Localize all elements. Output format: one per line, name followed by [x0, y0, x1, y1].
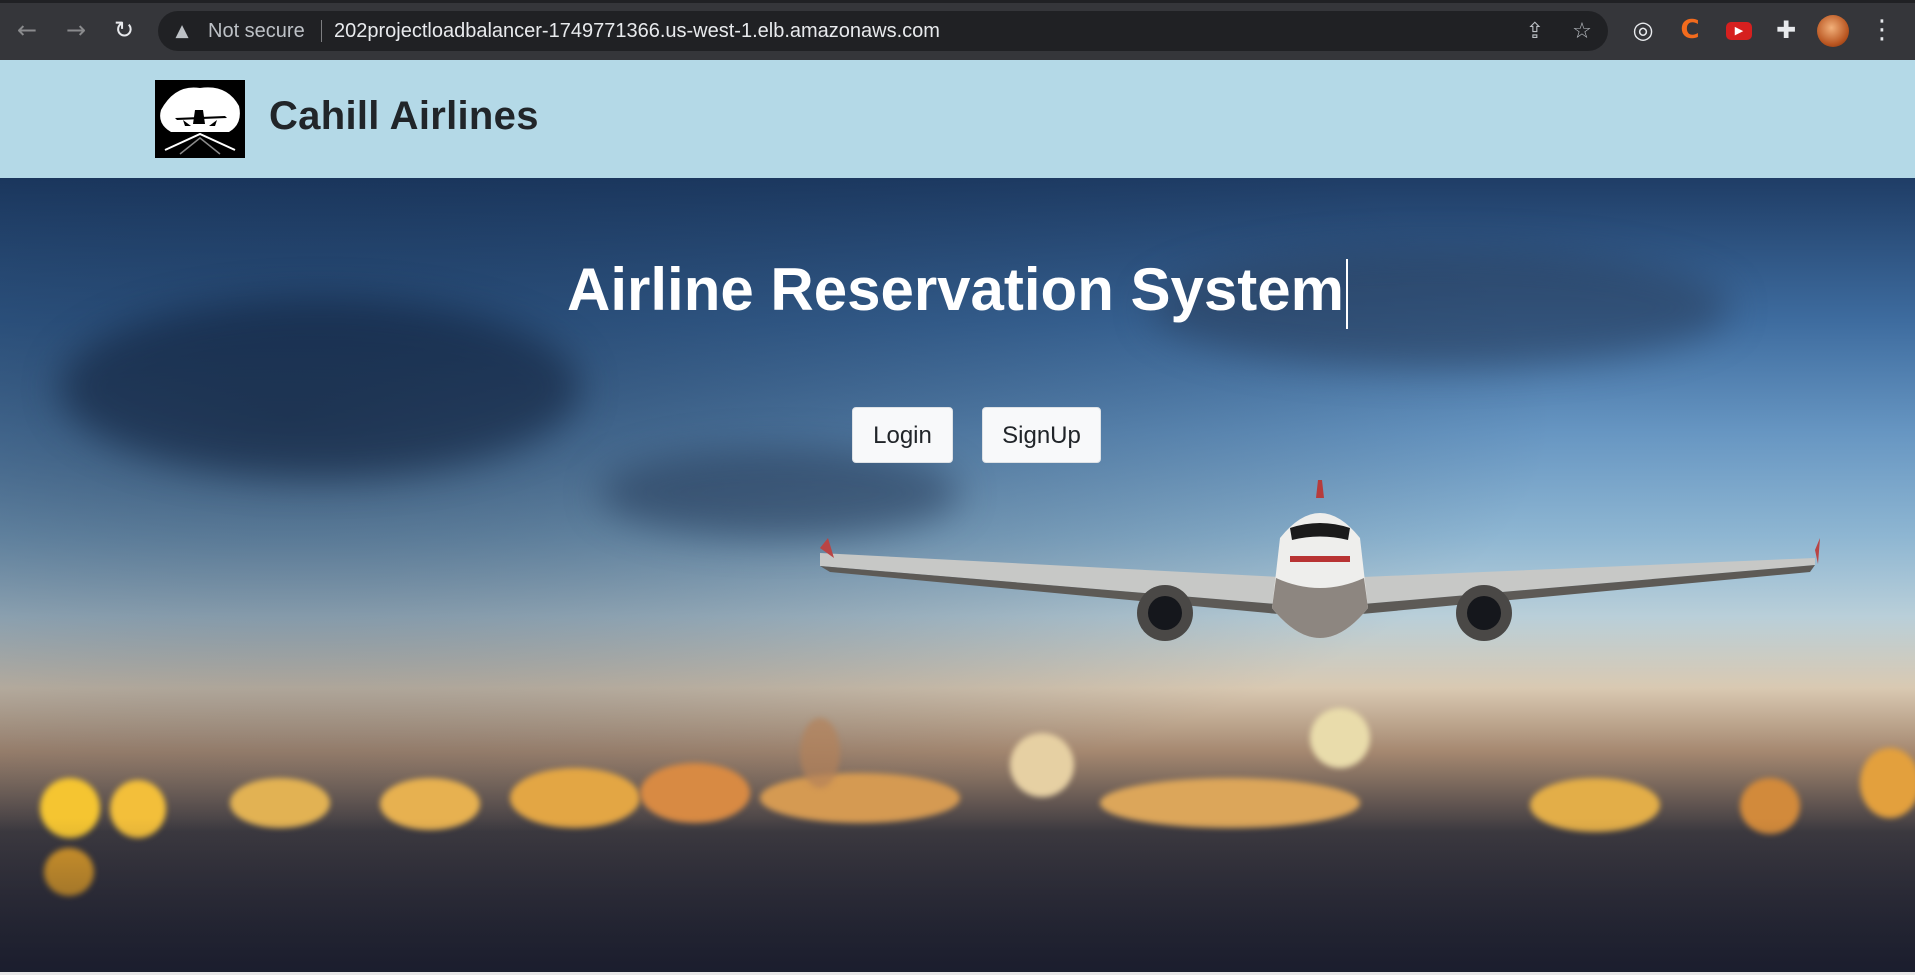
youtube-play-glyph: ▶ — [1726, 21, 1752, 40]
address-bar[interactable]: ▲ Not secure 202projectloadbalancer-1749… — [158, 11, 1608, 51]
extension-target-icon[interactable]: ◎ — [1627, 14, 1659, 46]
reload-icon[interactable]: ↻ — [108, 14, 140, 46]
forward-icon[interactable]: → — [60, 14, 92, 46]
url-text[interactable]: 202projectloadbalancer-1749771366.us-wes… — [334, 21, 940, 41]
site-header: Cahill Airlines — [0, 60, 1915, 178]
site-brand[interactable]: Cahill Airlines — [269, 90, 539, 142]
bokeh-light — [640, 763, 750, 823]
extension-c-icon[interactable]: C — [1674, 14, 1706, 46]
hero-banner: Airline Reservation System Login SignUp — [0, 178, 1915, 975]
address-separator — [321, 20, 322, 42]
airline-logo[interactable] — [155, 80, 245, 158]
signup-button[interactable]: SignUp — [982, 407, 1101, 463]
security-label[interactable]: Not secure — [208, 21, 305, 41]
share-icon[interactable]: ⇪ — [1522, 19, 1548, 45]
hero-title-text: Airline Reservation System — [567, 256, 1344, 323]
bokeh-light — [1860, 748, 1915, 818]
runway-reflection — [0, 818, 1915, 975]
menu-icon[interactable]: ⋮ — [1868, 14, 1896, 46]
text-caret — [1345, 259, 1348, 330]
profile-avatar[interactable] — [1817, 15, 1849, 47]
login-button[interactable]: Login — [852, 407, 953, 463]
warning-icon[interactable]: ▲ — [172, 21, 192, 41]
tab-strip-edge — [0, 0, 1915, 3]
puzzle-icon[interactable]: ✚ — [1770, 14, 1802, 46]
bokeh-light — [760, 773, 960, 823]
logo-image — [155, 80, 245, 158]
hero-title: Airline Reservation System — [0, 254, 1915, 330]
star-icon[interactable]: ☆ — [1569, 19, 1595, 45]
browser-toolbar: ← → ↻ ▲ Not secure 202projectloadbalance… — [0, 0, 1915, 60]
airplane-image — [820, 480, 1820, 641]
back-icon[interactable]: ← — [11, 14, 43, 46]
extension-youtube-icon[interactable]: ▶ — [1723, 14, 1755, 46]
